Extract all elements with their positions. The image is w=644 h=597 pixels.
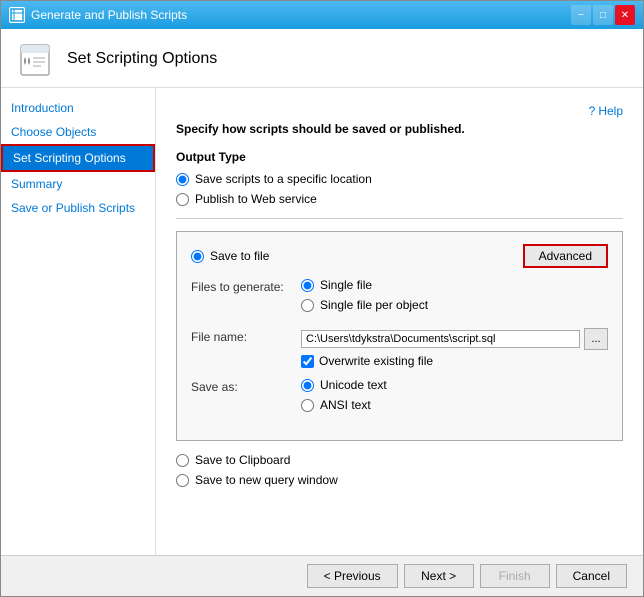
instruction-text: Specify how scripts should be saved or p… xyxy=(176,122,623,136)
save-location-label: Save scripts to a specific location xyxy=(195,172,372,186)
ansi-label: ANSI text xyxy=(320,398,371,412)
header-section: Set Scripting Options xyxy=(1,29,643,88)
close-button[interactable]: ✕ xyxy=(615,5,635,25)
file-name-row: File name: ... Overwrite existing file xyxy=(191,328,608,368)
bottom-options: Save to Clipboard Save to new query wind… xyxy=(176,453,623,487)
next-button[interactable]: Next > xyxy=(404,564,474,588)
overwrite-checkbox[interactable] xyxy=(301,355,314,368)
window-title: Generate and Publish Scripts xyxy=(31,8,187,22)
radio-save-query[interactable]: Save to new query window xyxy=(176,473,623,487)
body-layout: Introduction Choose Objects Set Scriptin… xyxy=(1,88,643,555)
footer: < Previous Next > Finish Cancel xyxy=(1,555,643,596)
files-to-generate-row: Files to generate: Single file Single fi… xyxy=(191,278,608,318)
unicode-label: Unicode text xyxy=(320,378,387,392)
single-file-per-object-label: Single file per object xyxy=(320,298,428,312)
radio-single-file-per-object[interactable]: Single file per object xyxy=(301,298,608,312)
sidebar-item-introduction[interactable]: Introduction xyxy=(1,96,155,120)
main-content-area: ? Help Specify how scripts should be sav… xyxy=(156,88,643,555)
sidebar-item-set-scripting-options[interactable]: Set Scripting Options xyxy=(1,144,155,172)
save-clipboard-label: Save to Clipboard xyxy=(195,453,290,467)
save-query-label: Save to new query window xyxy=(195,473,338,487)
save-section-header: Save to file Advanced xyxy=(191,244,608,268)
save-as-row: Save as: Unicode text ANSI text xyxy=(191,378,608,418)
radio-save-clipboard[interactable]: Save to Clipboard xyxy=(176,453,623,467)
radio-publish-web[interactable]: Publish to Web service xyxy=(176,192,623,206)
maximize-button[interactable]: □ xyxy=(593,5,613,25)
previous-button[interactable]: < Previous xyxy=(307,564,398,588)
sidebar-item-choose-objects[interactable]: Choose Objects xyxy=(1,120,155,144)
browse-button[interactable]: ... xyxy=(584,328,608,350)
help-icon: ? xyxy=(589,104,596,118)
save-to-file-section: Save to file Advanced Files to generate:… xyxy=(176,231,623,441)
file-name-label: File name: xyxy=(191,328,301,344)
header-icon xyxy=(17,39,57,79)
single-file-label: Single file xyxy=(320,278,372,292)
files-to-generate-label: Files to generate: xyxy=(191,278,301,294)
radio-unicode[interactable]: Unicode text xyxy=(301,378,608,392)
cancel-button[interactable]: Cancel xyxy=(556,564,627,588)
radio-save-to-file[interactable]: Save to file xyxy=(191,249,269,263)
title-bar: Generate and Publish Scripts − □ ✕ xyxy=(1,1,643,29)
save-as-label: Save as: xyxy=(191,378,301,394)
radio-single-file[interactable]: Single file xyxy=(301,278,608,292)
radio-ansi[interactable]: ANSI text xyxy=(301,398,608,412)
help-link[interactable]: ? Help xyxy=(589,104,623,118)
save-to-file-label: Save to file xyxy=(210,249,269,263)
sidebar-item-summary[interactable]: Summary xyxy=(1,172,155,196)
advanced-button[interactable]: Advanced xyxy=(523,244,608,268)
help-label: Help xyxy=(598,104,623,118)
output-type-label: Output Type xyxy=(176,150,623,164)
sidebar-item-save-publish[interactable]: Save or Publish Scripts xyxy=(1,196,155,220)
minimize-button[interactable]: − xyxy=(571,5,591,25)
main-window: Generate and Publish Scripts − □ ✕ Set S… xyxy=(0,0,644,597)
overwrite-label: Overwrite existing file xyxy=(319,354,433,368)
file-name-input[interactable] xyxy=(301,330,580,348)
overwrite-row[interactable]: Overwrite existing file xyxy=(301,354,608,368)
page-title: Set Scripting Options xyxy=(67,50,217,68)
publish-web-label: Publish to Web service xyxy=(195,192,317,206)
radio-save-location[interactable]: Save scripts to a specific location xyxy=(176,172,623,186)
app-icon xyxy=(9,7,25,23)
finish-button[interactable]: Finish xyxy=(480,564,550,588)
sidebar: Introduction Choose Objects Set Scriptin… xyxy=(1,88,156,555)
